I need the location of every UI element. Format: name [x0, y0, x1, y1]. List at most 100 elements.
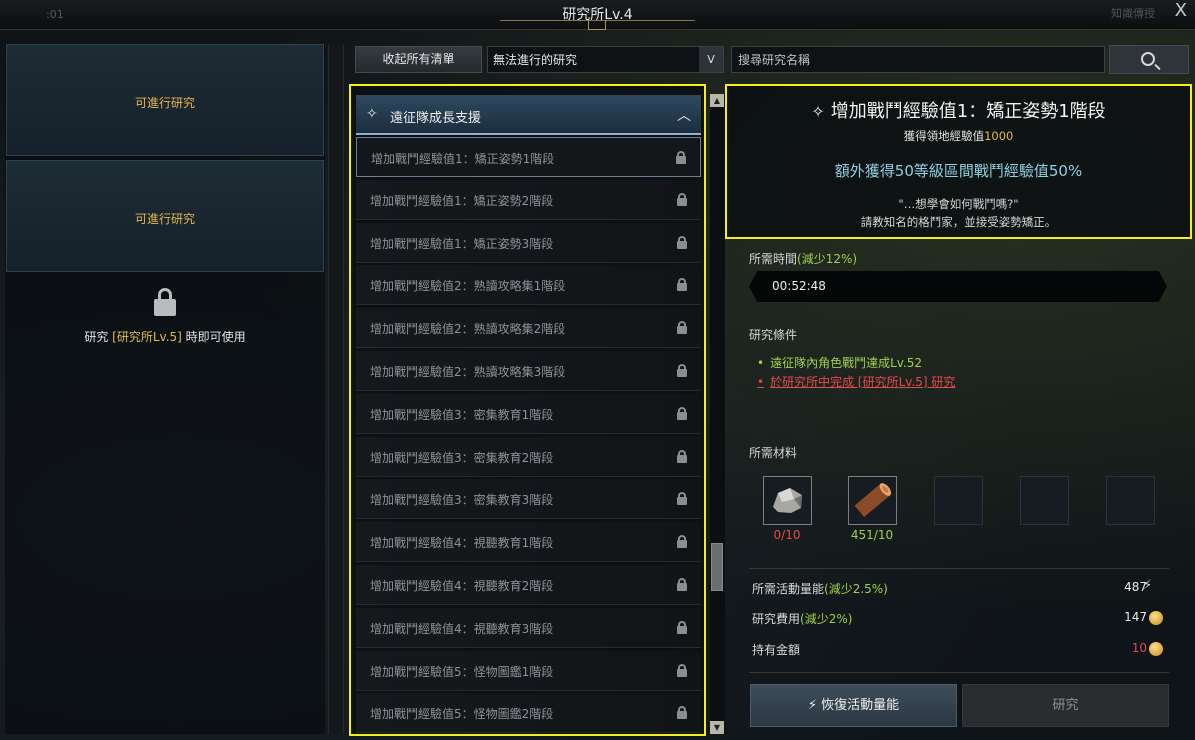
research-filter-dropdown[interactable]: 無法進行的研究 V: [487, 46, 724, 73]
energy-cost-label: 所需活動量能(減少2.5%): [752, 582, 888, 596]
lock-icon: [154, 288, 176, 316]
research-list: ✧ 遠征隊成長支援 ︿ 增加戰鬥經驗值1：矯正姿勢1階段 增加戰鬥經驗值1：矯正姿…: [349, 84, 706, 736]
research-item-label: 增加戰鬥經驗值5：怪物圖鑑1階段: [370, 664, 554, 679]
research-slots-panel: 可進行研究 可進行研究 研究 [研究所Lv.5] 時即可使用: [5, 44, 325, 734]
chevron-down-icon[interactable]: V: [699, 47, 723, 72]
locked-slot-text: 研究 [研究所Lv.5] 時即可使用: [84, 330, 246, 344]
gold-held-label: 持有金額: [752, 643, 801, 657]
scroll-down-button[interactable]: ▼: [710, 721, 724, 734]
scroll-up-button[interactable]: ▲: [710, 94, 724, 107]
knowledge-transfer-link[interactable]: 知識傳授: [1111, 5, 1155, 21]
research-list-item[interactable]: 增加戰鬥經驗值5：怪物圖鑑1階段: [356, 650, 701, 691]
research-item-label: 增加戰鬥經驗值3：密集教育3階段: [370, 493, 554, 508]
xp-reward: 獲得領地經驗值1000: [903, 129, 1014, 143]
research-slot-2[interactable]: 可進行研究: [6, 160, 324, 272]
expedition-icon: ✧: [811, 102, 825, 121]
research-item-label: 增加戰鬥經驗值4：視聽教育2階段: [370, 579, 554, 593]
detail-title: ✧ 增加戰鬥經驗值1：矯正姿勢1階段: [811, 101, 1106, 122]
lock-icon: [677, 706, 687, 720]
research-button[interactable]: 研究: [962, 684, 1169, 727]
lock-icon: [677, 321, 687, 335]
research-item-label: 增加戰鬥經驗值3：密集教育2階段: [370, 450, 554, 465]
research-item-label: 增加戰鬥經驗值3：密集教育1階段: [370, 407, 554, 422]
title-ornament: [500, 20, 695, 30]
research-list-item[interactable]: 增加戰鬥經驗值4：視聽教育1階段: [356, 522, 701, 563]
material-count: 0/10: [773, 528, 801, 542]
research-list-item[interactable]: 增加戰鬥經驗值1：矯正姿勢2階段: [356, 179, 701, 220]
gold-coin-icon: [1149, 642, 1163, 656]
energy-icon: ⚡: [807, 698, 822, 713]
research-list-item[interactable]: 增加戰鬥經驗值2：熟讀攻略集3階段: [356, 351, 701, 391]
expedition-icon: ✧: [366, 106, 378, 122]
materials-label: 所需材料: [749, 446, 798, 460]
lock-icon: [677, 192, 687, 206]
lock-icon: [677, 663, 687, 677]
flavor-text: "…想學會如何戰鬥嗎?" 請教知名的格鬥家，並接受姿勢矯正。: [860, 197, 1057, 229]
condition-item-link[interactable]: 於研究所中完成 [研究所Lv.5] 研究: [757, 373, 955, 390]
category-header[interactable]: ✧ 遠征隊成長支援 ︿: [356, 95, 701, 135]
time-bar: 00:52:48: [749, 271, 1167, 302]
research-slot-1-label: 可進行研究: [134, 96, 195, 110]
time-label: 所需時間(減少12%): [749, 252, 858, 266]
list-scrollbar[interactable]: ▲ ▼: [710, 94, 725, 734]
timber-icon[interactable]: [848, 476, 897, 525]
research-item-label: 增加戰鬥經驗值1：矯正姿勢2階段: [370, 193, 554, 208]
lock-icon: [677, 235, 687, 249]
collapse-all-button[interactable]: 收起所有清單: [355, 46, 482, 73]
lock-icon: [677, 492, 687, 506]
research-item-label: 增加戰鬥經驗值4：視聽教育3階段: [370, 621, 554, 636]
research-list-item[interactable]: 增加戰鬥經驗值4：視聽教育2階段: [356, 565, 701, 605]
research-fee-value: 147: [1124, 610, 1147, 624]
material-slot-empty: [1020, 476, 1069, 525]
research-list-item[interactable]: 增加戰鬥經驗值3：密集教育2階段: [356, 436, 701, 477]
material-count: 451/10: [850, 528, 894, 542]
ore-icon[interactable]: [763, 476, 812, 525]
research-list-item[interactable]: 增加戰鬥經驗值2：熟讀攻略集1階段: [356, 265, 701, 306]
research-list-item[interactable]: 增加戰鬥經驗值3：密集教育1階段: [356, 393, 701, 434]
research-list-item[interactable]: 增加戰鬥經驗值2：熟讀攻略集2階段: [356, 308, 701, 349]
research-slot-2-label: 可進行研究: [134, 212, 195, 226]
lock-icon: [676, 151, 686, 164]
search-input[interactable]: 搜尋研究名稱: [731, 46, 1105, 73]
panel-divider: [328, 44, 344, 734]
locked-slot: 研究 [研究所Lv.5] 時即可使用: [5, 288, 325, 345]
lock-icon: [677, 278, 687, 292]
condition-item: 遠征隊內角色戰鬥達成Lv.52: [757, 354, 922, 371]
material-slot-empty: [934, 476, 983, 525]
research-item-label: 增加戰鬥經驗值1：矯正姿勢3階段: [370, 236, 554, 251]
research-list-item[interactable]: 增加戰鬥經驗值1：矯正姿勢1階段: [356, 137, 701, 177]
filter-value: 無法進行的研究: [493, 53, 578, 67]
research-list-item[interactable]: 增加戰鬥經驗值1：矯正姿勢3階段: [356, 222, 701, 263]
research-item-label: 增加戰鬥經驗值2：熟讀攻略集1階段: [370, 279, 566, 294]
conditions-label: 研究條件: [749, 328, 798, 342]
research-item-label: 增加戰鬥經驗值2：熟讀攻略集3階段: [370, 365, 566, 379]
divider: [749, 568, 1169, 569]
research-item-label: 增加戰鬥經驗值2：熟讀攻略集2階段: [370, 322, 566, 337]
lock-icon: [677, 364, 687, 377]
scroll-thumb[interactable]: [711, 543, 723, 591]
research-item-label: 增加戰鬥經驗值1：矯正姿勢1階段: [371, 152, 555, 166]
lock-icon: [677, 406, 687, 420]
research-item-label: 增加戰鬥經驗值5：怪物圖鑑2階段: [370, 707, 554, 722]
chevron-up-icon[interactable]: ︿: [677, 105, 691, 125]
close-icon[interactable]: X: [1175, 0, 1187, 21]
research-fee-label: 研究費用(減少2%): [752, 612, 853, 626]
research-list-item[interactable]: 增加戰鬥經驗值4：視聽教育3階段: [356, 607, 701, 648]
restore-energy-button[interactable]: ⚡ 恢復活動量能: [750, 684, 957, 727]
lock-icon: [677, 620, 687, 634]
lock-icon: [677, 535, 687, 549]
material-slot-empty: [1106, 476, 1155, 525]
divider: [749, 672, 1169, 673]
gold-coin-icon: [1149, 611, 1163, 625]
research-detail: ✧ 增加戰鬥經驗值1：矯正姿勢1階段 獲得領地經驗值1000 額外獲得50等級區間…: [725, 84, 1192, 239]
bonus-effect: 額外獲得50等級區間戰鬥經驗值50%: [834, 162, 1083, 180]
energy-icon: ⚡: [1143, 578, 1153, 593]
search-button[interactable]: [1109, 45, 1189, 74]
research-list-item[interactable]: 增加戰鬥經驗值5：怪物圖鑑2階段: [356, 693, 701, 734]
lock-icon: [677, 449, 687, 463]
time-value: 00:52:48: [772, 279, 826, 293]
research-slot-1[interactable]: 可進行研究: [6, 44, 324, 156]
search-icon: [1141, 52, 1155, 66]
research-list-item[interactable]: 增加戰鬥經驗值3：密集教育3階段: [356, 479, 701, 520]
research-item-label: 增加戰鬥經驗值4：視聽教育1階段: [370, 536, 554, 551]
